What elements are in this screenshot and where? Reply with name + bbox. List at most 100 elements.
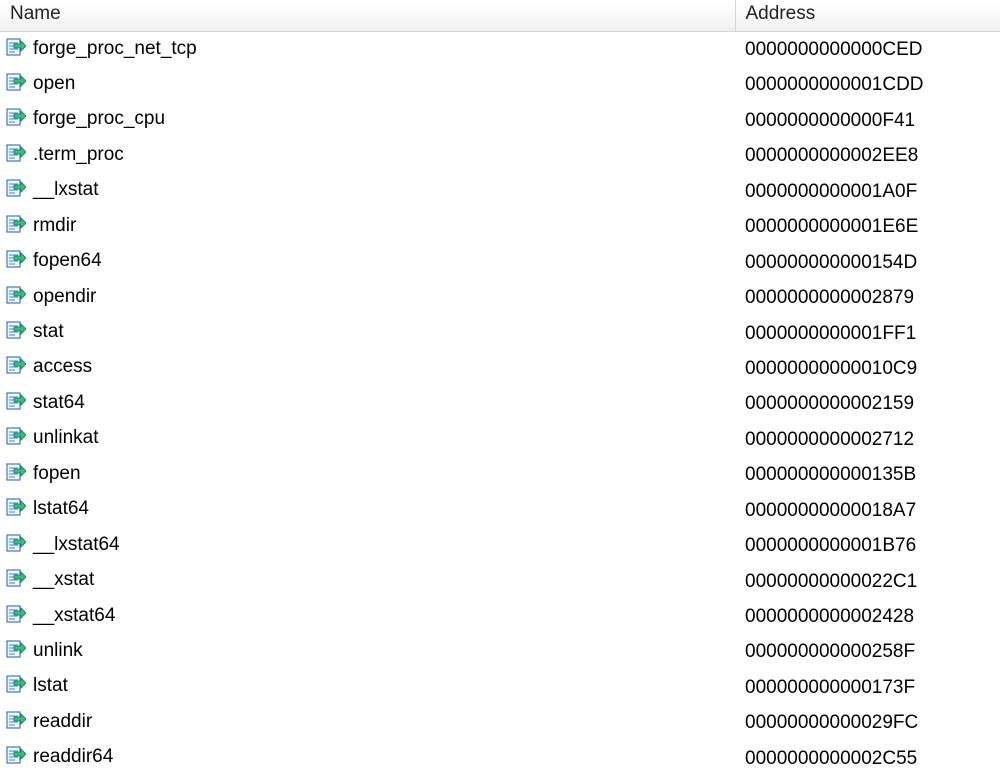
function-address: 000000000000154D	[741, 252, 917, 273]
table-row[interactable]: fopen 000000000000135B	[0, 457, 1000, 492]
cell-name: readdir	[0, 705, 735, 740]
function-name: open	[33, 73, 75, 94]
cell-name: __lxstat64	[0, 528, 735, 563]
function-name: forge_proc_cpu	[33, 108, 165, 129]
function-address: 000000000000173F	[741, 677, 915, 698]
function-name: stat	[33, 321, 64, 342]
table-row[interactable]: readdir640000000000002C55	[0, 741, 1000, 776]
function-address: 0000000000000F41	[741, 110, 915, 131]
table-row[interactable]: unlinkat0000000000002712	[0, 422, 1000, 457]
table-row[interactable]: .term_proc 0000000000002EE8	[0, 138, 1000, 173]
cell-address: 0000000000002428	[735, 599, 1000, 634]
table-row[interactable]: lstat64 00000000000018A7	[0, 493, 1000, 528]
cell-address: 0000000000001CDD	[735, 67, 1000, 102]
function-name: __lxstat	[33, 179, 98, 200]
function-address: 0000000000001CDD	[741, 74, 924, 95]
table-row[interactable]: open 0000000000001CDD	[0, 67, 1000, 102]
table-row[interactable]: stat 0000000000001FF1	[0, 316, 1000, 351]
cell-address: 0000000000002712	[735, 422, 1000, 457]
table-row[interactable]: lstat 000000000000173F	[0, 670, 1000, 705]
function-address: 0000000000001A0F	[741, 181, 917, 202]
function-address: 0000000000002159	[741, 393, 914, 414]
function-name: fopen64	[33, 250, 102, 271]
table-row[interactable]: __xstat640000000000002428	[0, 599, 1000, 634]
cell-name: fopen	[0, 457, 735, 492]
cell-name: stat64	[0, 386, 735, 421]
cell-address: 000000000000258F	[735, 634, 1000, 669]
cell-address: 0000000000002879	[735, 280, 1000, 315]
cell-name: .term_proc	[0, 138, 735, 173]
cell-address: 0000000000000CED	[735, 32, 1000, 68]
function-address: 0000000000001E6E	[741, 216, 918, 237]
cell-name: __xstat64	[0, 599, 735, 634]
cell-name: opendir	[0, 280, 735, 315]
table-row[interactable]: unlink 000000000000258F	[0, 634, 1000, 669]
function-address: 0000000000002712	[741, 429, 914, 450]
table-row[interactable]: __lxstat 0000000000001A0F	[0, 174, 1000, 209]
table-row[interactable]: stat64 0000000000002159	[0, 386, 1000, 421]
export-function-icon	[6, 178, 26, 207]
function-address: 00000000000022C1	[741, 571, 917, 592]
function-address: 0000000000002EE8	[741, 145, 918, 166]
cell-name: readdir64	[0, 741, 735, 776]
export-function-icon	[6, 143, 26, 172]
export-function-icon	[6, 533, 26, 562]
cell-address: 0000000000002159	[735, 386, 1000, 421]
function-address: 0000000000001FF1	[741, 323, 916, 344]
cell-address: 000000000000135B	[735, 457, 1000, 492]
export-function-icon	[6, 391, 26, 420]
cell-name: open	[0, 67, 735, 102]
cell-address: 000000000000173F	[735, 670, 1000, 705]
export-function-icon	[6, 426, 26, 455]
function-name: readdir	[33, 711, 92, 732]
function-address: 000000000000258F	[741, 641, 915, 662]
column-header-address-label: Address	[746, 3, 816, 24]
cell-address: 000000000000154D	[735, 245, 1000, 280]
table-row[interactable]: access 00000000000010C9	[0, 351, 1000, 386]
export-function-icon	[6, 285, 26, 314]
table-row[interactable]: rmdir 0000000000001E6E	[0, 209, 1000, 244]
table-header-row: Name Address	[0, 0, 1000, 32]
export-function-icon	[6, 72, 26, 101]
function-name: rmdir	[33, 215, 76, 236]
function-address: 0000000000002879	[741, 287, 914, 308]
export-function-icon	[6, 674, 26, 703]
table-row[interactable]: libc0000000000004848	[0, 776, 1000, 782]
cell-address: 00000000000010C9	[735, 351, 1000, 386]
export-function-icon	[6, 604, 26, 633]
function-address: 000000000000135B	[741, 464, 916, 485]
function-name: forge_proc_net_tcp	[33, 38, 197, 59]
cell-address: 0000000000002C55	[735, 741, 1000, 776]
cell-address: 0000000000001FF1	[735, 316, 1000, 351]
cell-address: 00000000000018A7	[735, 493, 1000, 528]
table-row[interactable]: forge_proc_cpu 0000000000000F41	[0, 103, 1000, 138]
cell-address: 0000000000001B76	[735, 528, 1000, 563]
table-row[interactable]: opendir 0000000000002879	[0, 280, 1000, 315]
cell-address: 0000000000004848	[735, 776, 1000, 782]
cell-address: 00000000000022C1	[735, 564, 1000, 599]
cell-address: 0000000000002EE8	[735, 138, 1000, 173]
exports-table: Name Address forge_proc_net_tcp 000000000…	[0, 0, 1000, 782]
column-header-address[interactable]: Address	[735, 0, 1000, 32]
cell-name: access	[0, 351, 735, 386]
export-function-icon	[6, 568, 26, 597]
cell-name: lstat	[0, 670, 735, 705]
function-name: lstat64	[33, 498, 89, 519]
export-function-icon	[6, 745, 26, 774]
function-address: 0000000000001B76	[741, 535, 916, 556]
table-row[interactable]: fopen64 000000000000154D	[0, 245, 1000, 280]
table-row[interactable]: readdir00000000000029FC	[0, 705, 1000, 740]
export-function-icon	[6, 639, 26, 668]
table-row[interactable]: forge_proc_net_tcp 0000000000000CED	[0, 32, 1000, 68]
export-function-icon	[6, 107, 26, 136]
export-function-icon	[6, 462, 26, 491]
cell-address: 0000000000001A0F	[735, 174, 1000, 209]
table-row[interactable]: __lxstat64 0000000000001B76	[0, 528, 1000, 563]
column-header-name[interactable]: Name	[0, 0, 735, 32]
function-name: access	[33, 356, 92, 377]
cell-name: rmdir	[0, 209, 735, 244]
table-row[interactable]: __xstat00000000000022C1	[0, 564, 1000, 599]
function-name: unlink	[33, 640, 83, 661]
function-address: 00000000000018A7	[741, 500, 916, 521]
cell-address: 0000000000001E6E	[735, 209, 1000, 244]
